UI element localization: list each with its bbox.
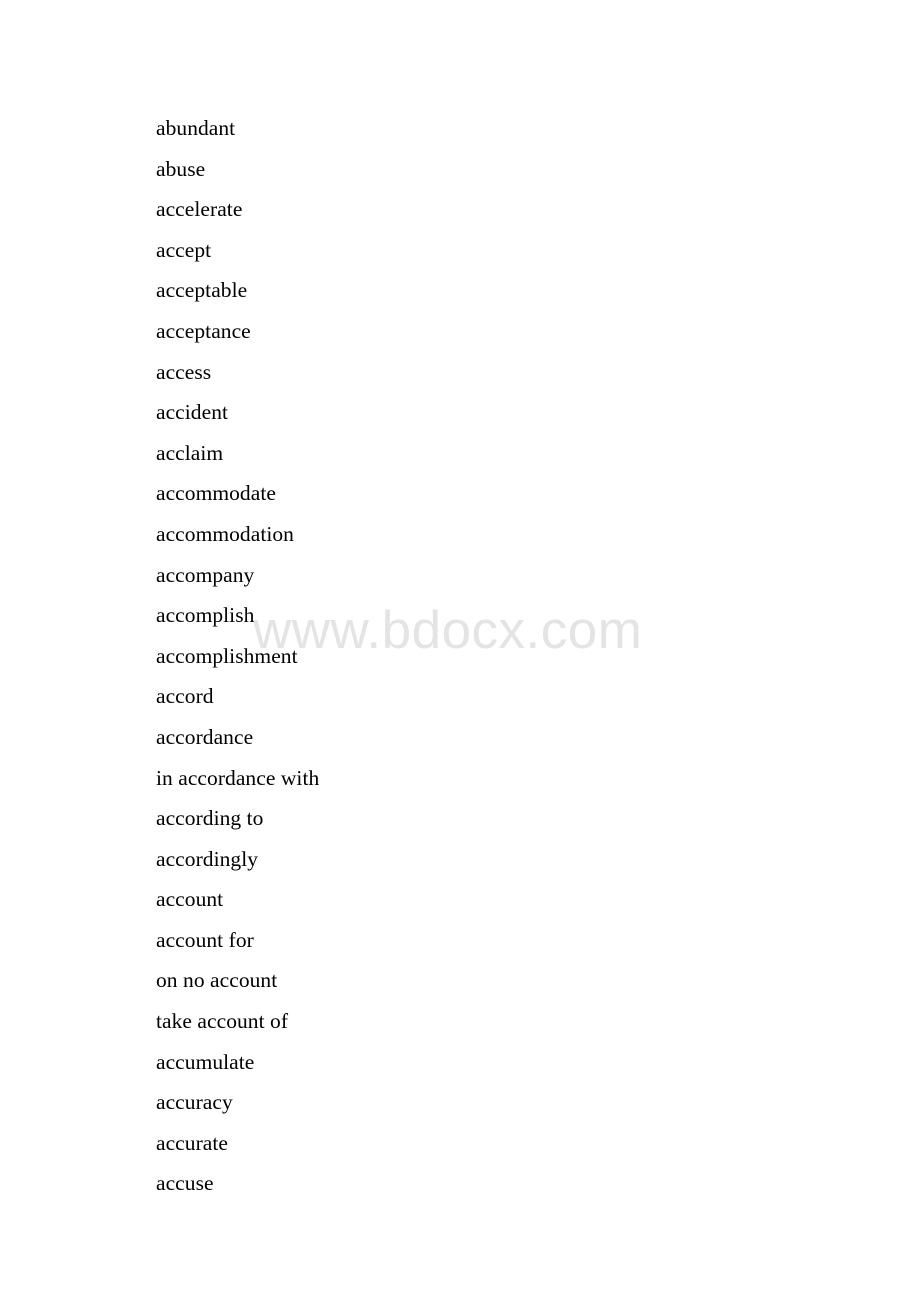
list-item: accurate	[156, 1130, 228, 1155]
list-item: accelerate	[156, 197, 243, 222]
list-item: accordingly	[156, 846, 259, 871]
list-item: accordance	[156, 724, 254, 749]
list-item: accommodation	[156, 521, 294, 546]
list-item: accomplishment	[156, 643, 298, 668]
list-item: accident	[156, 400, 229, 425]
list-item: according to	[156, 806, 264, 831]
list-item: access	[156, 359, 212, 384]
list-item: acceptable	[156, 278, 248, 303]
list-item: abuse	[156, 156, 206, 181]
document-page: www.bdocx.com abundant abuse accelerate …	[0, 0, 920, 1302]
list-item: accept	[156, 237, 212, 262]
list-item: abundant	[156, 116, 236, 140]
list-item: accuracy	[156, 1090, 233, 1115]
list-item: accompany	[156, 562, 255, 587]
list-item: account for	[156, 927, 254, 952]
list-item: on no account	[156, 968, 278, 993]
list-item: accord	[156, 684, 214, 709]
list-item: accuse	[156, 1171, 214, 1196]
list-item: accomplish	[156, 603, 255, 628]
list-item: accumulate	[156, 1049, 255, 1074]
list-item: acclaim	[156, 440, 224, 465]
list-item: in accordance with	[156, 765, 320, 790]
list-item: acceptance	[156, 318, 251, 343]
list-item: accommodate	[156, 481, 276, 506]
list-item: take account of	[156, 1009, 289, 1034]
vocabulary-word-list: abundant abuse accelerate accept accepta…	[156, 108, 796, 1204]
list-item: account	[156, 887, 224, 912]
